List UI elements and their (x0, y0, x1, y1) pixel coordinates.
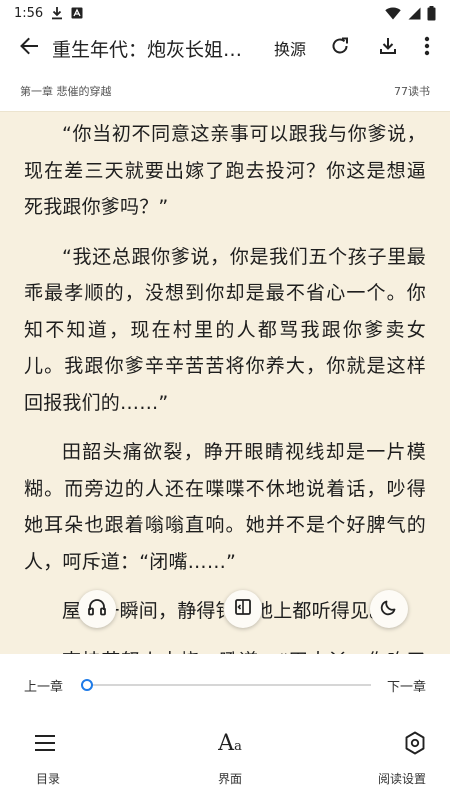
auto-page-icon (233, 598, 253, 620)
listen-button[interactable] (78, 590, 116, 628)
download-button[interactable] (364, 26, 412, 70)
refresh-button[interactable] (316, 26, 364, 70)
interface-label: 界面 (218, 772, 243, 786)
chapter-title: 第一章 悲催的穿越 (20, 84, 112, 98)
book-title: 重生年代：炮灰长姐要改命 (52, 38, 258, 61)
arrow-left-icon (19, 37, 39, 59)
paragraph: “你当初不同意这亲事可以跟我与你爹说，现在差三天就要出嫁了跑去投河？你这是想逼死… (24, 123, 426, 218)
more-vertical-icon (424, 36, 430, 60)
reading-area[interactable]: “你当初不同意这亲事可以跟我与你爹说，现在差三天就要出嫁了跑去投河？你这是想逼死… (0, 112, 450, 654)
wifi-icon (385, 7, 401, 20)
catalog-label: 目录 (36, 772, 61, 786)
next-chapter-button[interactable]: 下一章 (387, 676, 426, 695)
reading-settings-button[interactable]: 阅读设置 (295, 720, 450, 792)
switch-source-button[interactable]: 换源 (264, 36, 316, 60)
app-notification-icon (71, 7, 83, 19)
catalog-button[interactable]: 目录 (0, 720, 165, 792)
chapter-progress-slider[interactable] (81, 672, 371, 698)
download-notification-icon (51, 6, 63, 20)
interface-button[interactable]: Aa 界面 (165, 720, 296, 792)
refresh-icon (330, 36, 350, 60)
font-size-icon: Aa (218, 730, 242, 756)
paragraph: “我还总跟你爹说，你是我们五个孩子里最乖最孝顺的，没想到你却是最不省心一个。你知… (24, 245, 426, 414)
night-mode-button[interactable] (370, 590, 408, 628)
paragraph: 李桂花怒火中烧，吼道：“田大丫，你吃了熊心豹子胆了 (24, 643, 426, 655)
back-button[interactable] (0, 26, 52, 70)
download-icon (378, 36, 398, 60)
auto-page-button[interactable] (224, 590, 262, 628)
settings-hexagon-icon (404, 726, 426, 760)
reading-settings-label: 阅读设置 (378, 772, 427, 786)
menu-list-icon (34, 726, 56, 760)
source-name[interactable]: 77读书 (394, 83, 430, 99)
chapter-info-bar: 第一章 悲催的穿越 77读书 (0, 70, 450, 112)
headphones-icon (87, 598, 107, 620)
reader-toolbar: 重生年代：炮灰长姐要改命 换源 (0, 26, 450, 70)
status-bar: 1:56 (0, 0, 450, 26)
bottom-control-panel: 上一章 下一章 目录 Aa 界面 阅读设置 (0, 654, 450, 800)
more-menu-button[interactable] (412, 26, 442, 70)
signal-icon (407, 7, 421, 20)
battery-icon (427, 5, 436, 21)
status-time: 1:56 (14, 5, 44, 21)
chapter-navigation: 上一章 下一章 (0, 672, 450, 698)
chapter-content: “你当初不同意这亲事可以跟我与你爹说，现在差三天就要出嫁了跑去投河？你这是想逼死… (0, 112, 450, 654)
bottom-menu: 目录 Aa 界面 阅读设置 (0, 720, 450, 792)
paragraph: 田韶头痛欲裂，睁开眼睛视线却是一片模糊。而旁边的人还在喋喋不休地说着话，吵得她耳… (24, 441, 426, 573)
prev-chapter-button[interactable]: 上一章 (24, 676, 63, 695)
slider-track (81, 684, 371, 686)
slider-thumb[interactable] (81, 679, 94, 691)
moon-icon (380, 598, 398, 620)
